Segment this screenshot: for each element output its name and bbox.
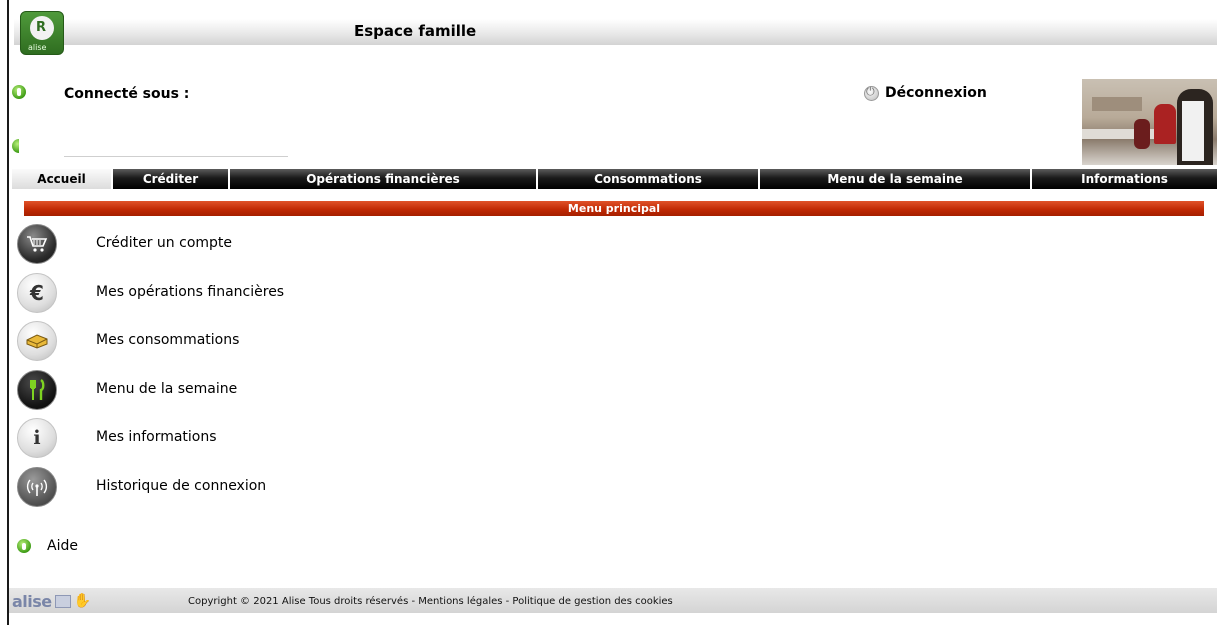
page-title: Espace famille	[354, 22, 477, 40]
fork-knife-icon	[17, 370, 57, 410]
nav-tab-operations[interactable]: Opérations financières	[230, 169, 536, 189]
menu-item-menu-semaine[interactable]: Menu de la semaine	[17, 370, 417, 410]
menu-item-label: Mes informations	[96, 429, 217, 445]
info-icon: i	[17, 418, 57, 458]
power-icon	[864, 85, 879, 101]
shopping-cart-icon	[17, 224, 57, 264]
euro-icon: €	[17, 273, 57, 313]
menu-item-label: Mes opérations financières	[96, 284, 285, 300]
logo-letter: R	[36, 20, 47, 35]
user-status-icon-secondary	[12, 139, 19, 153]
help-link[interactable]: Aide	[17, 538, 78, 554]
logo-wordmark: alise	[28, 43, 47, 52]
menu-item-label: Créditer un compte	[96, 235, 233, 251]
hand-icon: ✋	[73, 593, 92, 609]
nav-tab-informations[interactable]: Informations	[1032, 169, 1217, 189]
menu-item-label: Historique de connexion	[96, 478, 267, 494]
menu-item-historique-connexion[interactable]: Historique de connexion	[17, 467, 417, 507]
chef-hat-icon: R	[30, 16, 54, 40]
logout-button[interactable]: Déconnexion	[864, 85, 987, 101]
footer-logo[interactable]: alise ✋	[12, 591, 92, 611]
menu-item-operations-financieres[interactable]: € Mes opérations financières	[17, 273, 417, 313]
left-border-rule	[7, 0, 9, 625]
main-nav: Accueil Créditer Opérations financières …	[12, 169, 1217, 189]
help-icon	[17, 539, 31, 553]
menu-item-consommations[interactable]: Mes consommations	[17, 321, 417, 361]
logout-label: Déconnexion	[885, 85, 987, 101]
food-icon	[17, 321, 57, 361]
footer-card-icon	[54, 594, 71, 608]
nav-tab-crediter[interactable]: Créditer	[113, 169, 228, 189]
menu-item-crediter-compte[interactable]: Créditer un compte	[17, 224, 417, 264]
nav-tab-consommations[interactable]: Consommations	[538, 169, 758, 189]
menu-item-informations[interactable]: i Mes informations	[17, 418, 417, 458]
nav-tab-menu-semaine[interactable]: Menu de la semaine	[760, 169, 1030, 189]
footer-logo-wordmark: alise	[12, 591, 52, 611]
cafeteria-photo	[1082, 79, 1217, 165]
username-field-underline	[64, 156, 288, 157]
menu-item-label: Mes consommations	[96, 332, 240, 348]
nav-tab-accueil[interactable]: Accueil	[12, 169, 111, 189]
help-label: Aide	[47, 538, 78, 554]
user-status-icon	[12, 85, 26, 99]
copyright-text: Copyright © 2021 Alise Tous droits réser…	[188, 596, 673, 607]
header-bar	[14, 19, 1217, 45]
connected-as-label: Connecté sous :	[64, 86, 190, 102]
menu-item-label: Menu de la semaine	[96, 381, 238, 397]
section-header-menu-principal: Menu principal	[24, 201, 1204, 216]
app-logo[interactable]: R alise	[20, 11, 64, 55]
signal-icon	[17, 467, 57, 507]
